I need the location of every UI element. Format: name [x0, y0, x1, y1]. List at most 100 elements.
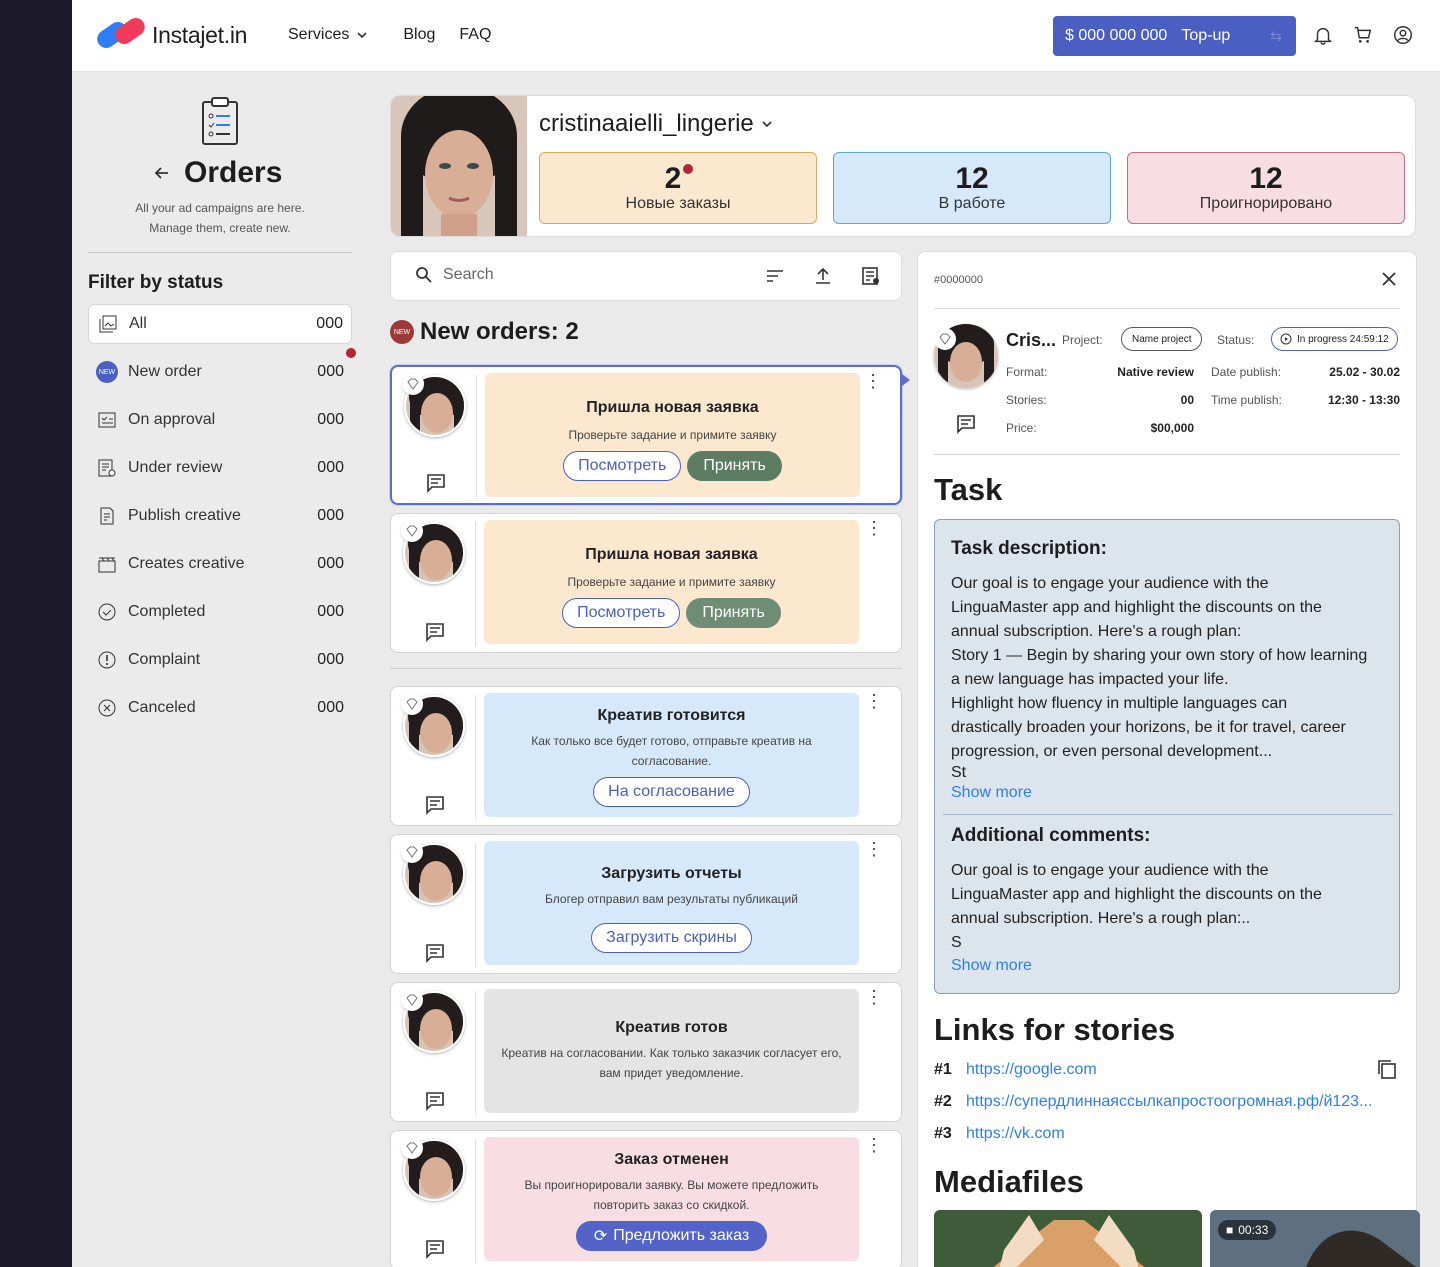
filter-list: All 000 NEW New order 000 On approval 00…: [88, 304, 356, 736]
stat-number: 2: [664, 162, 682, 195]
comment-icon[interactable]: [425, 795, 445, 815]
diamond-icon: [401, 1137, 423, 1159]
link-url[interactable]: https://google.com: [966, 1061, 1097, 1079]
view-button[interactable]: Посмотреть: [562, 598, 681, 628]
logo[interactable]: Instajet.in: [93, 14, 247, 52]
more-vertical-icon[interactable]: ⋮: [865, 988, 883, 1006]
more-vertical-icon[interactable]: ⋮: [865, 840, 883, 858]
more-vertical-icon[interactable]: ⋮: [865, 692, 883, 710]
more-vertical-icon[interactable]: ⋮: [865, 1136, 883, 1154]
topup-button[interactable]: $ 000 000 000 Top-up ⇆: [1053, 16, 1296, 56]
filter-complaint[interactable]: Complaint 000: [88, 640, 352, 680]
filter-new-order[interactable]: NEW New order 000: [88, 348, 356, 392]
video-thumbnail[interactable]: ■ 00:33: [1210, 1210, 1420, 1267]
comment-icon[interactable]: [425, 622, 445, 642]
filter-completed[interactable]: Completed 000: [88, 592, 352, 632]
send-for-approval-button[interactable]: На согласование: [593, 777, 750, 807]
order-card[interactable]: Креатив готовится Как только все будет г…: [390, 686, 902, 826]
comment-icon[interactable]: [426, 473, 446, 493]
date-publish-value: 25.02 - 30.02: [1329, 365, 1400, 379]
approval-icon: [96, 409, 118, 431]
filter-count: 000: [317, 603, 344, 620]
filter-canceled[interactable]: Canceled 000: [88, 688, 352, 728]
project-pill[interactable]: Name project: [1121, 327, 1203, 351]
close-icon[interactable]: [1380, 270, 1398, 288]
subtitle-line-1: All your ad campaigns are here.: [135, 201, 305, 215]
sidebar: Orders All your ad campaigns are here. M…: [72, 72, 368, 1267]
card-text: Блогер отправил вам результаты публикаци…: [545, 892, 798, 906]
main-nav: Services Blog FAQ: [288, 26, 491, 44]
bell-icon[interactable]: [1312, 24, 1334, 46]
media-thumbnail[interactable]: [934, 1210, 1202, 1267]
media-heading: Mediafiles: [934, 1164, 1084, 1199]
filter-label: New order: [128, 363, 202, 380]
filter-count: 000: [317, 363, 344, 380]
order-card[interactable]: Пришла новая заявка Проверьте задание и …: [390, 365, 902, 505]
stat-ignored[interactable]: 12 Проигнорировано: [1127, 152, 1405, 224]
nav-services-label: Services: [288, 26, 350, 43]
comment-icon[interactable]: [425, 1239, 445, 1259]
copy-icon[interactable]: [1376, 1058, 1398, 1080]
stat-in-work[interactable]: 12 В работе: [833, 152, 1111, 224]
search-placeholder: Search: [443, 266, 494, 283]
text-line: LinguaMaster app and highlight the disco…: [951, 886, 1322, 903]
accept-button[interactable]: Принять: [687, 451, 782, 481]
view-button[interactable]: Посмотреть: [563, 451, 682, 481]
card-content: Креатив готовится Как только все будет г…: [484, 693, 859, 817]
accept-button[interactable]: Принять: [686, 598, 781, 628]
upload-screens-button[interactable]: Загрузить скрины: [591, 923, 752, 953]
show-more-link[interactable]: Show more: [951, 784, 1032, 802]
show-more-link[interactable]: Show more: [951, 957, 1032, 975]
search-toolbar: Search: [390, 251, 902, 301]
text-line: Highlight how fluency in multiple langua…: [951, 695, 1288, 712]
profile-photo: [391, 96, 527, 236]
card-text: Креатив на согласовании. Как только зака…: [501, 1046, 842, 1080]
topup-label: Top-up: [1181, 27, 1231, 44]
filter-creates-creative[interactable]: Creates creative 000: [88, 544, 352, 584]
upload-icon[interactable]: [813, 266, 833, 286]
filter-publish-creative[interactable]: Publish creative 000: [88, 496, 352, 536]
sort-icon[interactable]: [765, 266, 785, 286]
account-icon[interactable]: [1392, 24, 1414, 46]
clapper-icon: [96, 553, 118, 575]
comment-icon[interactable]: [425, 1091, 445, 1111]
filter-under-review[interactable]: Under review 000: [88, 448, 352, 488]
list-settings-icon[interactable]: [861, 266, 881, 286]
filter-all[interactable]: All 000: [88, 304, 352, 344]
comment-icon[interactable]: [425, 943, 445, 963]
more-vertical-icon[interactable]: ⋮: [864, 372, 882, 390]
task-box: Task description: Our goal is to engage …: [934, 519, 1400, 994]
text-line: St: [951, 764, 967, 781]
order-card[interactable]: Заказ отменен Вы проигнорировали заявку.…: [390, 1130, 902, 1267]
orders-title-text: Orders: [184, 156, 283, 189]
card-content: Пришла новая заявка Проверьте задание и …: [485, 373, 860, 497]
arrow-left-icon[interactable]: [152, 163, 172, 183]
order-card[interactable]: Креатив готов Креатив на согласовании. К…: [390, 982, 902, 1122]
comment-icon[interactable]: [956, 414, 976, 434]
stories-value: 00: [1180, 393, 1194, 407]
divider: [390, 668, 902, 669]
stat-new-orders[interactable]: 2 Новые заказы: [539, 152, 817, 224]
price-value: $00,000: [1150, 421, 1194, 435]
filter-count: 000: [317, 699, 344, 716]
divider: [934, 308, 1400, 309]
x-circle-icon: [96, 697, 118, 719]
link-number: #3: [934, 1125, 952, 1142]
username-dropdown[interactable]: cristinaaielli_lingerie: [539, 110, 774, 138]
link-url[interactable]: https://супердлиннаяссылкапростоогромная…: [966, 1093, 1372, 1111]
link-url[interactable]: https://vk.com: [966, 1125, 1065, 1143]
cart-icon[interactable]: [1352, 24, 1374, 46]
order-card[interactable]: Пришла новая заявка Проверьте задание и …: [390, 513, 902, 653]
filter-count: 000: [317, 411, 344, 428]
new-badge-icon: NEW: [390, 320, 414, 344]
nav-faq[interactable]: FAQ: [459, 26, 491, 44]
more-vertical-icon[interactable]: ⋮: [865, 519, 883, 537]
nav-blog[interactable]: Blog: [403, 26, 435, 44]
search-input[interactable]: Search: [415, 266, 494, 284]
offer-order-button[interactable]: ⟳ Предложить заказ: [575, 1221, 768, 1251]
filter-on-approval[interactable]: On approval 000: [88, 400, 352, 440]
nav-services[interactable]: Services: [288, 26, 369, 44]
order-card[interactable]: Загрузить отчеты Блогер отправил вам рез…: [390, 834, 902, 974]
card-content: Креатив готов Креатив на согласовании. К…: [484, 989, 859, 1113]
filter-label: Publish creative: [128, 507, 241, 524]
